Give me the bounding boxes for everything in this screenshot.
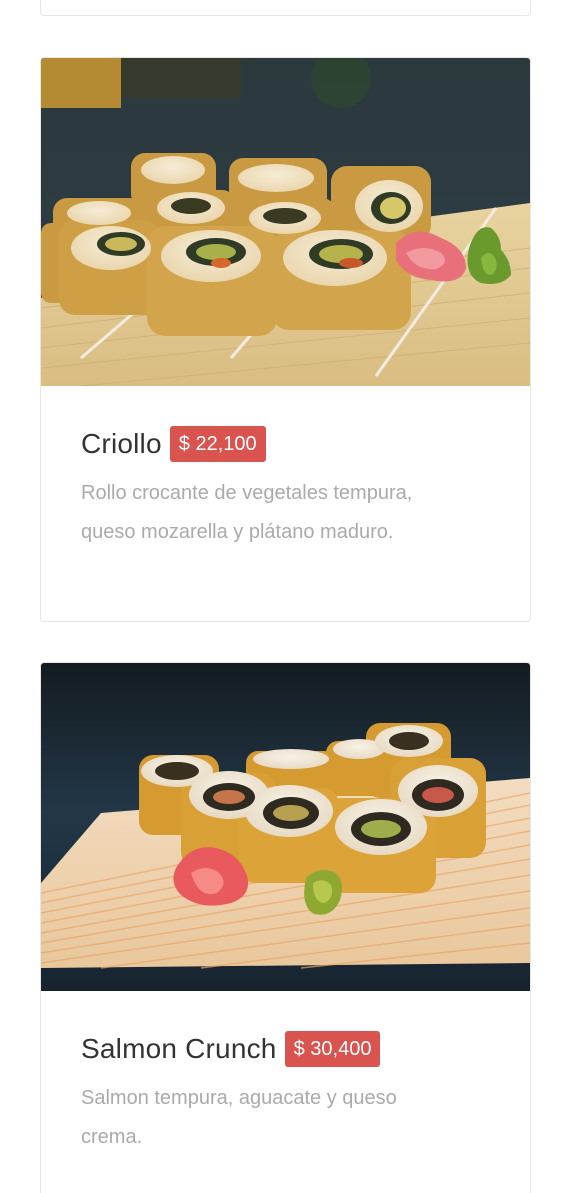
menu-item-info: Criollo $ 22,100 Rollo crocante de veget… xyxy=(41,386,530,552)
sushi-photo-salmon-crunch xyxy=(41,663,530,991)
menu-item-description: Salmon tempura, aguacate y queso crema. xyxy=(81,1087,397,1148)
menu-page: Criollo $ 22,100 Rollo crocante de veget… xyxy=(0,0,571,1193)
price-badge: $ 22,100 xyxy=(169,426,266,462)
menu-item-description: Rollo crocante de vegetales tempura, que… xyxy=(81,482,413,543)
menu-item-photo[interactable] xyxy=(41,58,530,386)
menu-item-name[interactable]: Salmon Crunch xyxy=(81,1033,277,1065)
menu-item-card[interactable]: Salmon Crunch $ 30,400 Salmon tempura, a… xyxy=(40,662,531,1193)
previous-menu-card xyxy=(40,0,531,16)
menu-item-photo[interactable] xyxy=(41,663,530,991)
sushi-photo-criollo xyxy=(41,58,530,386)
menu-item-card[interactable]: Criollo $ 22,100 Rollo crocante de veget… xyxy=(40,57,531,622)
menu-item-info: Salmon Crunch $ 30,400 Salmon tempura, a… xyxy=(41,991,530,1157)
menu-item-title-row: Criollo $ 22,100 xyxy=(81,424,490,464)
menu-item-name[interactable]: Criollo xyxy=(81,428,162,460)
price-badge: $ 30,400 xyxy=(284,1031,381,1067)
menu-item-title-row: Salmon Crunch $ 30,400 xyxy=(81,1029,490,1069)
